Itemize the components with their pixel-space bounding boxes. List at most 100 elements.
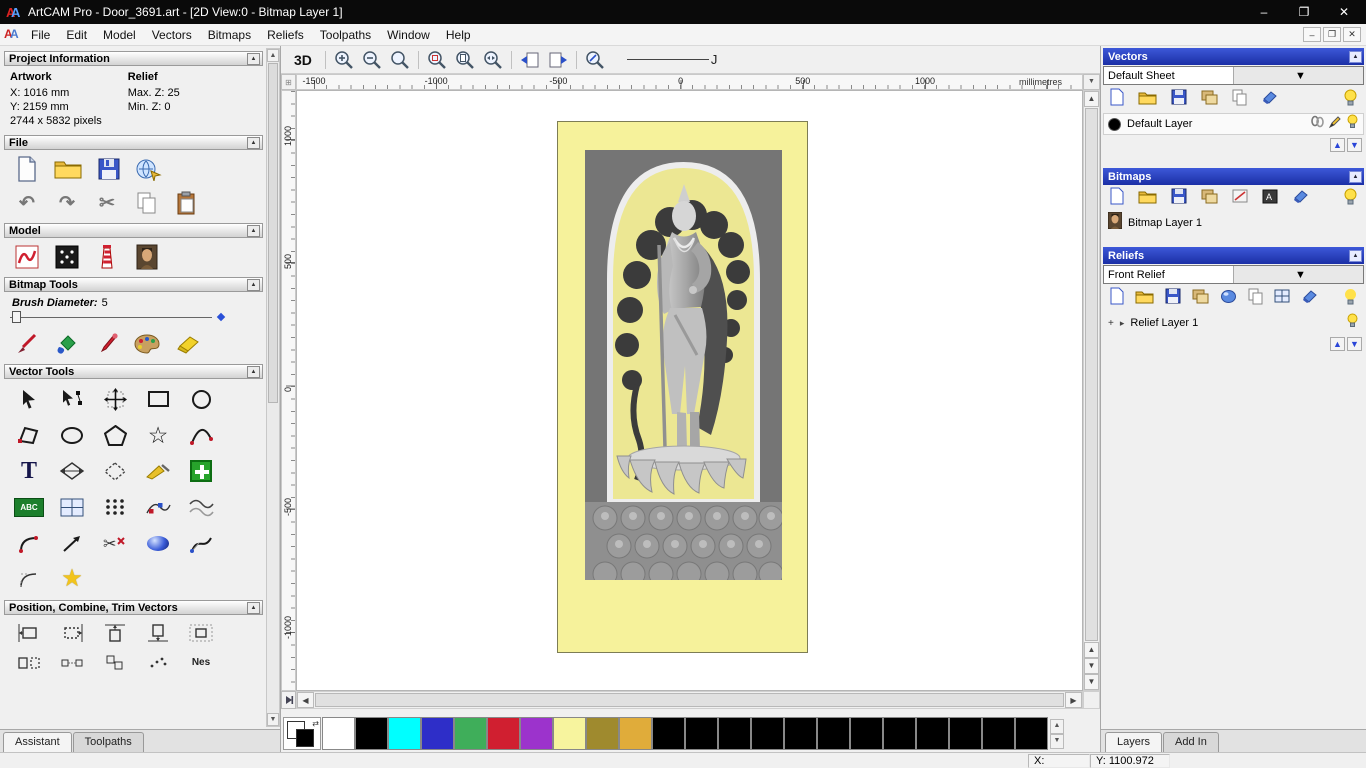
align-top-icon[interactable] xyxy=(100,619,130,647)
palette-scroll-down-button[interactable]: ▼ xyxy=(1050,734,1064,749)
zoom-out-icon[interactable] xyxy=(362,50,382,70)
open-vector-layer-icon[interactable] xyxy=(1138,90,1157,110)
block-paste-icon[interactable] xyxy=(186,457,216,485)
collapse-section-button[interactable]: ▲ xyxy=(247,279,260,291)
scrollbar-thumb[interactable] xyxy=(268,63,278,403)
merge-layers-icon[interactable] xyxy=(1201,90,1218,110)
palette-swatch-3[interactable] xyxy=(421,717,454,750)
join-with-arc-icon[interactable] xyxy=(14,529,44,557)
expand-plus-icon[interactable]: + xyxy=(1108,318,1114,329)
layer-visibility-icon[interactable] xyxy=(1346,114,1359,134)
primary-secondary-colour-indicator[interactable]: ⇄ xyxy=(283,717,321,750)
collapse-section-button[interactable]: ▲ xyxy=(247,602,260,614)
palette-swatch-19[interactable] xyxy=(949,717,982,750)
copy-layer-icon[interactable] xyxy=(1232,89,1247,111)
wrap-text-icon[interactable]: ABC xyxy=(14,498,44,517)
pan-left-icon[interactable] xyxy=(520,51,540,69)
vector-doctor-icon[interactable]: ★ xyxy=(57,565,87,593)
move-layer-down-button[interactable]: ▼ xyxy=(1347,138,1362,152)
menu-window[interactable]: Window xyxy=(379,25,438,45)
palette-scroll-up-button[interactable]: ▲ xyxy=(1050,719,1064,734)
flood-fill-icon[interactable] xyxy=(54,330,80,358)
save-bitmap-layer-icon[interactable] xyxy=(1171,188,1187,209)
create-polygon-icon[interactable] xyxy=(100,421,130,449)
fillet-corner-icon[interactable] xyxy=(14,565,44,593)
switch-3d-view-button[interactable]: 3D xyxy=(289,50,317,70)
scroll-down-button[interactable]: ▼ xyxy=(267,713,279,726)
create-arc-icon[interactable] xyxy=(186,421,216,449)
paste-in-view-icon[interactable] xyxy=(57,493,87,521)
tab-assistant[interactable]: Assistant xyxy=(3,732,72,752)
undo-icon[interactable]: ↶ xyxy=(14,189,40,217)
menu-edit[interactable]: Edit xyxy=(58,25,95,45)
fit-vectors-icon[interactable] xyxy=(143,457,173,485)
import-export-icon[interactable] xyxy=(136,155,162,183)
brush-diameter-slider[interactable] xyxy=(10,311,212,323)
align-left-icon[interactable] xyxy=(14,619,44,647)
save-vector-layer-icon[interactable] xyxy=(1171,89,1187,110)
pane-split-button[interactable] xyxy=(281,691,296,709)
palette-swatch-5[interactable] xyxy=(487,717,520,750)
menu-vectors[interactable]: Vectors xyxy=(144,25,200,45)
model-sheet[interactable] xyxy=(557,121,808,653)
layer-colour-swatch[interactable] xyxy=(1108,118,1121,131)
palette-swatch-20[interactable] xyxy=(982,717,1015,750)
load-bitmap-icon[interactable] xyxy=(134,243,160,271)
center-vectors-icon[interactable] xyxy=(186,619,216,647)
palette-swatch-14[interactable] xyxy=(784,717,817,750)
block-copy-icon[interactable] xyxy=(100,493,130,521)
palette-icon[interactable] xyxy=(134,330,160,358)
collapse-section-button[interactable]: ▲ xyxy=(247,225,260,237)
collapse-section-button[interactable]: ▲ xyxy=(1349,51,1362,63)
ruler-origin-box[interactable]: ⊞ xyxy=(281,74,296,90)
save-model-icon[interactable] xyxy=(96,155,122,183)
tab-toolpaths[interactable]: Toolpaths xyxy=(73,732,144,752)
menu-bitmaps[interactable]: Bitmaps xyxy=(200,25,259,45)
delete-layer-icon[interactable] xyxy=(1261,90,1278,109)
palette-swatch-16[interactable] xyxy=(850,717,883,750)
set-model-size-icon[interactable] xyxy=(14,243,40,271)
edit-layer-icon[interactable] xyxy=(1328,115,1342,134)
palette-swatch-4[interactable] xyxy=(454,717,487,750)
paste-icon[interactable] xyxy=(174,189,200,217)
mdi-restore-button[interactable]: ❐ xyxy=(1323,27,1341,42)
toggle-all-visibility-icon[interactable] xyxy=(1343,188,1358,210)
trim-vectors-icon[interactable]: ✂ xyxy=(100,529,130,557)
offset-vectors-icon[interactable] xyxy=(100,457,130,485)
merge-relief-layers-icon[interactable] xyxy=(1192,289,1209,309)
group-vectors-icon[interactable] xyxy=(100,649,130,675)
paint-brush-icon[interactable] xyxy=(14,330,40,358)
tab-layers[interactable]: Layers xyxy=(1105,732,1162,752)
palette-swatch-1[interactable] xyxy=(355,717,388,750)
create-polyline-icon[interactable] xyxy=(14,421,44,449)
toggle-all-visibility-icon[interactable] xyxy=(1343,89,1358,111)
zoom-fit-icon[interactable] xyxy=(483,50,503,70)
create-circle-icon[interactable] xyxy=(186,385,216,413)
dropdown-arrow-icon[interactable]: ▼ xyxy=(1233,266,1363,283)
canvas-horizontal-scrollbar[interactable]: ◀ ▶ xyxy=(296,691,1083,709)
greyscale-icon[interactable]: A xyxy=(1262,189,1278,209)
scroll-up-button[interactable]: ▲ xyxy=(267,49,279,62)
palette-swatch-17[interactable] xyxy=(883,717,916,750)
ruler-options-button[interactable]: ▼ xyxy=(1083,74,1100,90)
slider-handle[interactable] xyxy=(12,311,21,323)
move-layer-up-button[interactable]: ▲ xyxy=(1330,138,1345,152)
create-text-icon[interactable]: T xyxy=(14,457,44,485)
close-button[interactable]: ✕ xyxy=(1324,0,1364,24)
bitmap-layer-row[interactable]: Bitmap Layer 1 xyxy=(1103,212,1364,234)
menu-help[interactable]: Help xyxy=(438,25,479,45)
dropdown-arrow-icon[interactable]: ▼ xyxy=(1233,67,1363,84)
scroll-right-button[interactable]: ▶ xyxy=(1065,692,1082,708)
bitmap-artwork[interactable] xyxy=(585,150,782,580)
minimize-button[interactable]: – xyxy=(1244,0,1284,24)
menu-file[interactable]: File xyxy=(23,25,58,45)
new-model-icon[interactable] xyxy=(14,155,40,183)
transform-vectors-icon[interactable] xyxy=(100,385,130,413)
zoom-sheet-icon[interactable] xyxy=(455,50,475,70)
move-layer-down-button[interactable]: ▼ xyxy=(1347,337,1362,351)
zoom-objects-icon[interactable] xyxy=(427,50,447,70)
lock-layer-icon[interactable] xyxy=(1311,115,1324,133)
layer-visibility-icon[interactable] xyxy=(1346,313,1359,333)
mdi-close-button[interactable]: ✕ xyxy=(1343,27,1361,42)
drawing-canvas[interactable] xyxy=(296,90,1083,691)
